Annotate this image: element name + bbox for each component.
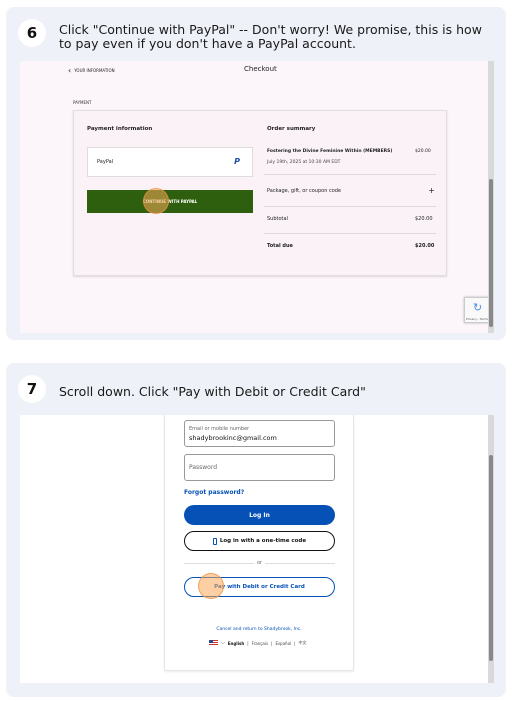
step-card-6: 6 Click "Continue with PayPal" -- Don't … [6, 7, 506, 340]
login-button[interactable]: Log In [184, 505, 335, 525]
item-name: Fostering the Divine Feminine Within (ME… [267, 149, 393, 154]
section-label: PAYMENT [73, 100, 92, 105]
scrollbar[interactable] [488, 415, 494, 683]
paypal-login-screenshot: Email or mobile number shadybrookinc@gma… [20, 415, 494, 683]
total-value: $20.00 [415, 243, 435, 249]
or-label: or [254, 560, 266, 566]
item-date: July 19th, 2025 at 10:30 AM EDT [267, 160, 341, 165]
password-field[interactable]: Password [184, 454, 335, 481]
item-price: $20.00 [415, 149, 431, 154]
forgot-password-link[interactable]: Forgot password? [184, 489, 244, 496]
scrollbar[interactable] [488, 61, 494, 333]
click-highlight [143, 188, 169, 214]
us-flag-icon [209, 640, 218, 646]
step-number: 6 [18, 19, 46, 47]
paypal-logo-icon: P [234, 157, 240, 166]
language-separator: | [271, 640, 273, 646]
paypal-option[interactable]: PayPal P [87, 147, 253, 177]
step-number: 7 [18, 375, 46, 403]
subtotal-value: $20.00 [415, 216, 433, 222]
scrollbar-thumb[interactable] [489, 179, 493, 327]
recaptcha-icon: ↻ [473, 301, 483, 314]
login-panel: Email or mobile number shadybrookinc@gma… [164, 415, 354, 671]
language-separator: | [294, 640, 296, 646]
click-highlight [198, 573, 224, 599]
one-time-code-button[interactable]: Log in with a one-time code [184, 531, 335, 551]
step-card-7: 7 Scroll down. Click "Pay with Debit or … [6, 363, 506, 697]
plus-icon: + [428, 186, 435, 195]
language-french[interactable]: Français [252, 641, 269, 646]
email-field[interactable]: Email or mobile number shadybrookinc@gma… [184, 420, 335, 447]
chevron-left-icon: ‹ [68, 66, 72, 75]
step-instruction: Scroll down. Click "Pay with Debit or Cr… [59, 384, 366, 399]
back-link[interactable]: ‹ YOUR INFORMATION [68, 66, 115, 75]
language-english[interactable]: English [228, 641, 244, 646]
package-gift-coupon-row[interactable]: Package, gift, or coupon code + [267, 186, 435, 198]
payment-info-heading: Payment information [87, 126, 153, 132]
step-instruction: Click "Continue with PayPal" -- Don't wo… [59, 22, 482, 51]
divider [264, 174, 436, 175]
total-label: Total due [267, 243, 293, 249]
checkout-title: Checkout [244, 65, 277, 73]
language-bar: ⌵ English | Français | Español | 中文 [209, 640, 307, 646]
language-chinese[interactable]: 中文 [299, 640, 307, 646]
divider [264, 233, 436, 234]
checkout-screenshot: ‹ YOUR INFORMATION Checkout PAYMENT Paym… [20, 61, 494, 333]
order-summary-heading: Order summary [267, 126, 316, 132]
language-separator: | [247, 640, 249, 646]
divider [264, 206, 436, 207]
language-spanish[interactable]: Español [275, 641, 291, 646]
scrollbar-thumb[interactable] [489, 455, 493, 661]
payment-panel: Payment information PayPal P CONTINUE WI… [73, 110, 447, 276]
cancel-return-link[interactable]: Cancel and return to Shadybrook, Inc. [165, 627, 353, 632]
continue-with-paypal-button[interactable]: CONTINUE WITH PAYPAL [87, 190, 253, 213]
phone-icon [212, 537, 217, 545]
subtotal-label: Subtotal [267, 216, 288, 222]
chevron-down-icon[interactable]: ⌵ [221, 640, 225, 646]
